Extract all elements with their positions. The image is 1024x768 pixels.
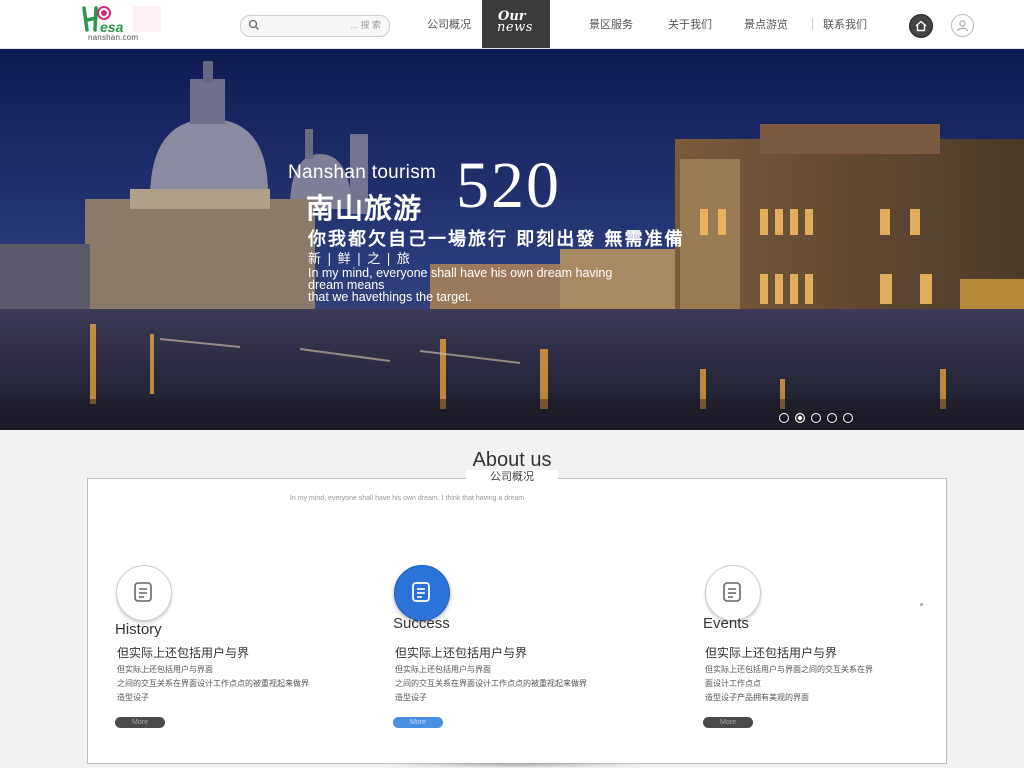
feature-desc-line: 造型设子 (395, 693, 427, 702)
feature-history: History 但实际上还包括用户与界 但实际上还包括用户与界面 之间的交互关系… (115, 565, 345, 745)
hero-title-cn: 南山旅游 (306, 193, 423, 224)
nav-company-overview[interactable]: 公司概况 (424, 0, 474, 48)
nav-about-us[interactable]: 关于我们 (665, 0, 715, 48)
hero-number: 520 (456, 149, 561, 222)
carousel-dot[interactable] (843, 413, 853, 423)
search-input[interactable] (267, 18, 381, 32)
about-tagline-wrap: In my mind, everyone shall have his own … (88, 495, 946, 502)
nav-our-news-line2: news (497, 20, 533, 35)
home-button[interactable] (909, 14, 933, 38)
feature-description: 但实际上还包括用户与界面 之间的交互关系在界面设计工作点点的被重视起来做界 造型… (117, 663, 343, 705)
nav-sightseeing[interactable]: 景点游览 (741, 0, 791, 48)
panel-shadow (380, 762, 650, 768)
feature-description: 但实际上还包括用户与界面 之间的交互关系在界面设计工作点点的被重视起来做界 造型… (395, 663, 621, 705)
feature-icon-circle[interactable] (705, 565, 761, 621)
site-header: esa nanshan.com 公司概况 Our news 景区服务 关于我们 … (0, 0, 1024, 49)
feature-desc-line: 但实际上还包括用户与界面之间的交互关系在界 (705, 665, 873, 674)
hero-banner: Nanshan tourism 南山旅游 520 你我都欠自己一場旅行 即刻出發… (0, 49, 1024, 430)
more-button[interactable]: More (393, 717, 443, 728)
nav-scenic-service[interactable]: 景区服务 (586, 0, 636, 48)
nav-our-news[interactable]: Our news (482, 0, 550, 48)
hero-body-line: that we havethings the target. (308, 290, 472, 304)
site-logo[interactable]: esa nanshan.com (78, 4, 168, 44)
about-tagline: In my mind, everyone shall have his own … (289, 495, 525, 502)
feature-description: 但实际上还包括用户与界面之间的交互关系在界 面设计工作点点 造型设子产品拥有美观… (705, 663, 931, 705)
feature-success: Success 但实际上还包括用户与界 但实际上还包括用户与界面 之间的交互关系… (393, 565, 623, 745)
user-icon (956, 20, 969, 32)
home-icon (915, 20, 927, 32)
search-icon[interactable] (248, 19, 260, 31)
more-button[interactable]: More (703, 717, 753, 728)
nav-contact-us[interactable]: 联系我们 (820, 0, 870, 48)
search-box[interactable] (240, 15, 390, 37)
logo-domain: nanshan.com (88, 33, 139, 42)
carousel-dot-active[interactable] (795, 413, 805, 423)
about-subtitle: 公司概况 (466, 470, 558, 485)
about-title: About us (472, 449, 552, 471)
carousel-dot[interactable] (779, 413, 789, 423)
nav-divider (812, 18, 813, 30)
feature-desc-line: 但实际上还包括用户与界面 (117, 665, 213, 674)
feature-icon-circle[interactable] (394, 565, 450, 621)
carousel-dots (779, 410, 859, 423)
feature-desc-line: 之间的交互关系在界面设计工作点点的被重视起来做界 (395, 679, 587, 688)
document-icon (723, 582, 741, 602)
feature-desc-line: 但实际上还包括用户与界面 (395, 665, 491, 674)
about-title-wrap: About us (0, 449, 1024, 472)
carousel-dot[interactable] (811, 413, 821, 423)
feature-heading: 但实际上还包括用户与界 (705, 646, 838, 660)
feature-desc-line: 之间的交互关系在界面设计工作点点的被重视起来做界 (117, 679, 309, 688)
feature-icon-circle[interactable] (116, 565, 172, 621)
about-panel: In my mind, everyone shall have his own … (87, 478, 947, 764)
feature-desc-line: 造型设子产品拥有美观的界面 (705, 693, 809, 702)
feature-name: Events (703, 615, 749, 632)
feature-desc-line: 造型设子 (117, 693, 149, 702)
hero-title-en: Nanshan tourism (288, 162, 437, 183)
feature-heading: 但实际上还包括用户与界 (117, 646, 250, 660)
feature-heading: 但实际上还包括用户与界 (395, 646, 528, 660)
document-icon (134, 582, 152, 602)
more-button[interactable]: More (115, 717, 165, 728)
feature-events: Events 但实际上还包括用户与界 但实际上还包括用户与界面之间的交互关系在界… (703, 565, 933, 745)
hero-body-text: In my mind, everyone shall have his own … (308, 267, 688, 304)
document-icon (412, 582, 430, 602)
feature-name: History (115, 621, 162, 638)
user-button[interactable] (951, 14, 974, 37)
feature-desc-line: 面设计工作点点 (705, 679, 761, 688)
logo-mark-icon: esa (82, 6, 161, 35)
hero-fresh-line: 新 | 鲜 | 之 | 旅 (308, 252, 411, 267)
feature-name: Success (393, 615, 450, 632)
carousel-dot[interactable] (827, 413, 837, 423)
